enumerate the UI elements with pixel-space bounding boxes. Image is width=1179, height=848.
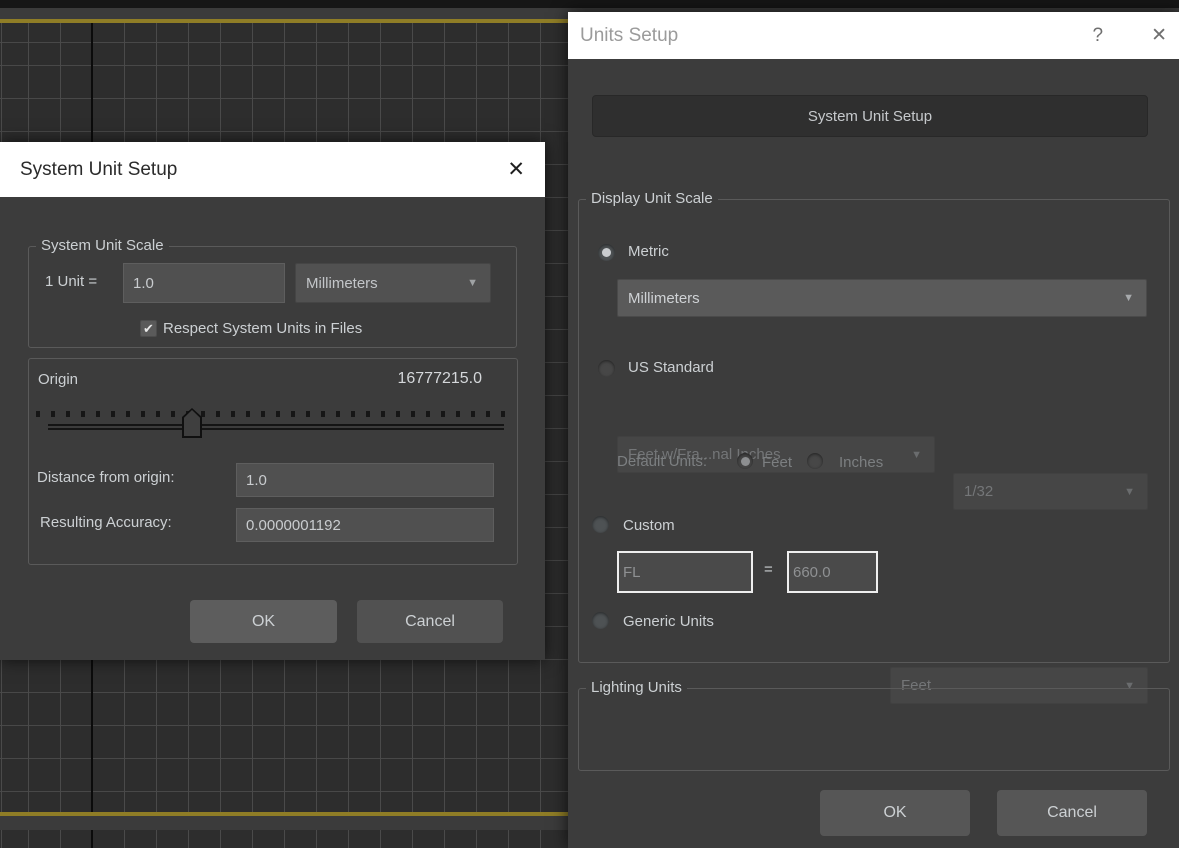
cancel-button[interactable]: Cancel	[997, 790, 1147, 836]
resulting-accuracy-input[interactable]: 0.0000001192	[236, 508, 494, 542]
top-toolbar-strip	[0, 0, 1179, 8]
metric-unit-dropdown[interactable]: Millimeters ▼	[617, 279, 1147, 317]
distance-from-origin-label: Distance from origin:	[37, 469, 175, 486]
ok-button[interactable]: OK	[820, 790, 970, 836]
resulting-accuracy-label: Resulting Accuracy:	[40, 514, 172, 531]
ok-button[interactable]: OK	[190, 600, 337, 643]
units-setup-dialog: Units Setup ? ✕ System Unit Setup Displa…	[568, 12, 1179, 848]
display-unit-scale-group: Display Unit Scale	[578, 199, 1170, 663]
system-unit-scale-label: System Unit Scale	[36, 237, 169, 254]
dropdown-arrow-icon: ▼	[1123, 292, 1134, 304]
help-icon[interactable]: ?	[1093, 25, 1104, 47]
system-unit-setup-titlebar: System Unit Setup ✕	[0, 142, 545, 197]
origin-label: Origin	[38, 371, 78, 388]
generic-units-label: Generic Units	[623, 613, 714, 630]
respect-units-checkbox[interactable]: ✔	[140, 320, 157, 337]
dropdown-arrow-icon: ▼	[1124, 486, 1135, 498]
custom-name-input: FL	[617, 551, 753, 593]
custom-scale-input: 660.0	[787, 551, 878, 593]
system-unit-setup-dialog: System Unit Setup ✕ System Unit Scale 1 …	[0, 142, 545, 660]
slider-ticks	[36, 411, 506, 417]
respect-units-label: Respect System Units in Files	[163, 320, 362, 337]
dialog-title: System Unit Setup	[20, 159, 507, 181]
default-inches-radio	[807, 453, 823, 469]
default-feet-label: Feet	[762, 454, 792, 471]
units-setup-titlebar: Units Setup ? ✕	[568, 12, 1179, 59]
slider-track-shadow	[48, 428, 504, 430]
default-inches-label: Inches	[839, 454, 883, 471]
equals-sign: =	[764, 561, 773, 578]
slider-track[interactable]	[48, 424, 504, 426]
default-units-label: Default Units:	[617, 453, 707, 470]
origin-value: 16777215.0	[370, 370, 482, 388]
dropdown-arrow-icon: ▼	[467, 277, 478, 289]
custom-radio[interactable]	[592, 516, 609, 533]
display-unit-scale-label: Display Unit Scale	[586, 190, 718, 207]
generic-units-radio[interactable]	[592, 612, 609, 629]
close-icon[interactable]: ✕	[1151, 24, 1167, 47]
us-standard-radio-label: US Standard	[628, 359, 714, 376]
close-icon[interactable]: ✕	[507, 157, 525, 182]
cancel-button[interactable]: Cancel	[357, 600, 503, 643]
system-unit-dropdown[interactable]: Millimeters ▼	[295, 263, 491, 303]
metric-radio-label: Metric	[628, 243, 669, 260]
distance-from-origin-input[interactable]: 1.0	[236, 463, 494, 497]
unit-value-input[interactable]: 1.0	[123, 263, 285, 303]
custom-radio-label: Custom	[623, 517, 675, 534]
system-unit-setup-button[interactable]: System Unit Setup	[592, 95, 1148, 137]
lighting-units-group: Lighting Units	[578, 688, 1170, 771]
screen: Units Setup ? ✕ System Unit Setup Displa…	[0, 0, 1179, 848]
dialog-title: Units Setup	[580, 25, 1093, 47]
us-standard-radio[interactable]	[598, 360, 615, 377]
one-unit-label: 1 Unit =	[45, 273, 97, 290]
origin-slider[interactable]	[36, 408, 506, 442]
dropdown-arrow-icon: ▼	[911, 449, 922, 461]
metric-radio[interactable]	[598, 244, 615, 261]
default-feet-radio	[737, 453, 753, 469]
lighting-units-label: Lighting Units	[586, 679, 687, 696]
us-fraction-dropdown: 1/32 ▼	[953, 473, 1148, 510]
